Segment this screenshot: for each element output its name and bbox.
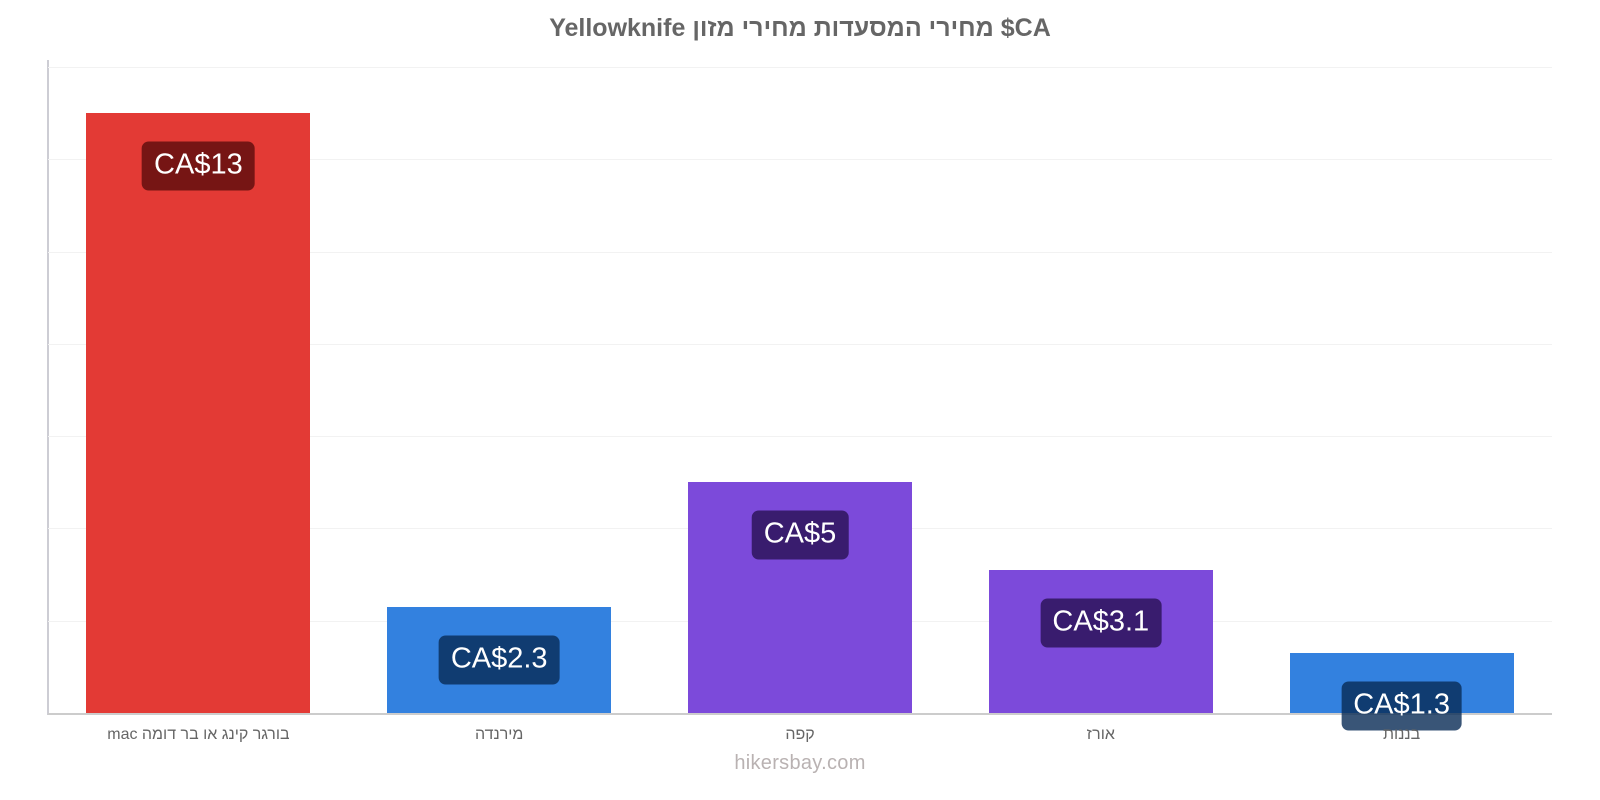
category-label-1: מירנדה — [474, 726, 524, 743]
plot-area: 02468101214 CA$13CA$2.3CA$5CA$3.1CA$1.3 — [48, 67, 1552, 731]
chart-title: CA$ מחירי המסעדות מחירי מזון Yellowknife — [549, 14, 1051, 42]
value-label-3: CA$3.1 — [1040, 598, 1162, 648]
value-label-2: CA$5 — [751, 510, 849, 560]
bar-0[interactable] — [86, 113, 311, 713]
value-label-0: CA$13 — [142, 141, 255, 191]
category-label-4: בננות — [1382, 726, 1421, 743]
category-label-2: קפה — [785, 726, 815, 743]
footer-watermark: hikersbay.com — [734, 752, 866, 774]
category-label-0: בורגר קינג או בר דומה mac — [107, 726, 290, 743]
gridline-14 — [48, 67, 1552, 68]
value-label-1: CA$2.3 — [438, 635, 560, 685]
category-label-3: אורז — [1086, 726, 1115, 743]
chart-container: CA$ מחירי המסעדות מחירי מזון Yellowknife… — [0, 0, 1600, 800]
